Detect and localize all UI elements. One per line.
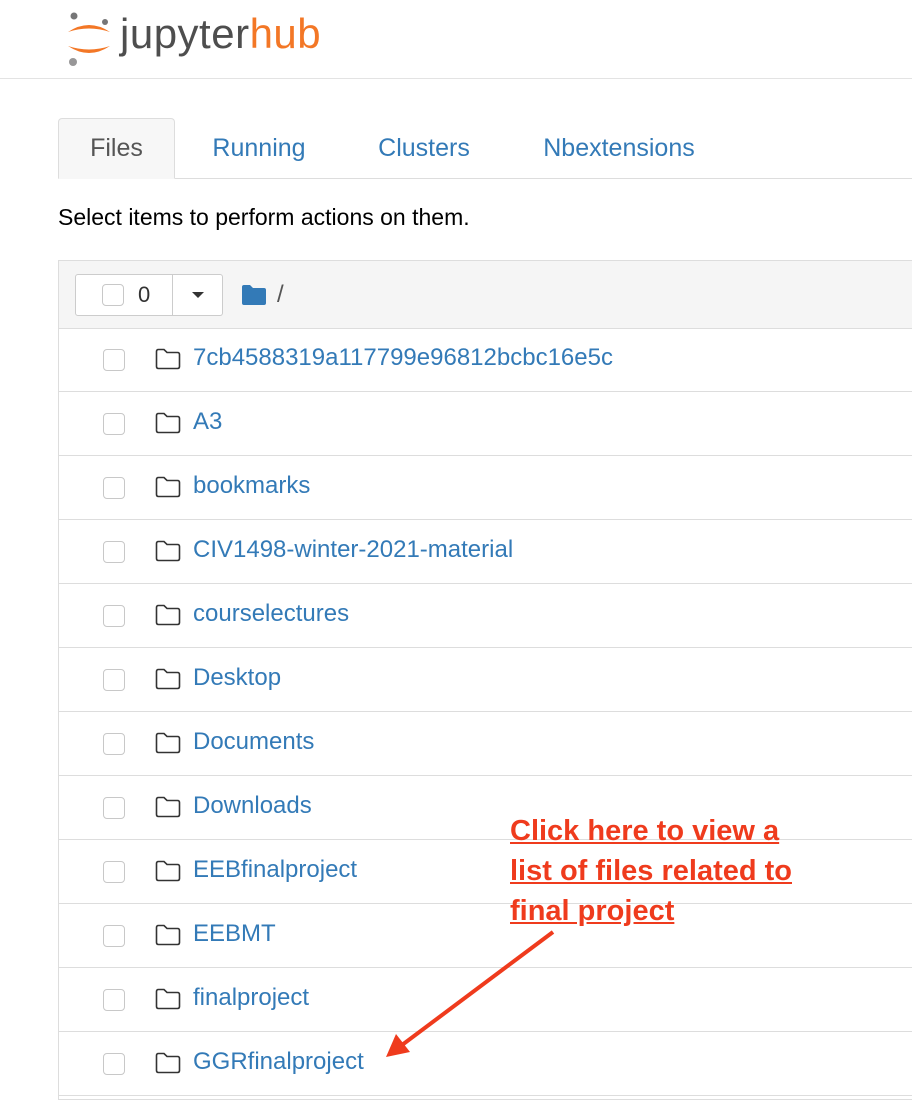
folder-filled-icon[interactable] (241, 284, 267, 306)
file-link[interactable]: Documents (193, 728, 314, 756)
file-link[interactable]: bookmarks (193, 472, 310, 500)
breadcrumb: / (241, 281, 284, 309)
select-dropdown-button[interactable] (173, 274, 223, 316)
folder-icon (155, 412, 181, 434)
logo-wordmark: jupyterhub (120, 13, 321, 55)
select-all-checkbox[interactable] (102, 284, 124, 306)
file-row[interactable]: Desktop (59, 648, 912, 712)
file-link[interactable]: A3 (193, 408, 222, 436)
folder-icon (155, 604, 181, 626)
tab-bar: Files Running Clusters Nbextensions (58, 118, 912, 179)
file-list-header: 0 / (59, 261, 912, 329)
tab-files[interactable]: Files (58, 118, 175, 179)
row-checkbox[interactable] (103, 669, 125, 691)
folder-icon (155, 732, 181, 754)
row-checkbox[interactable] (103, 1053, 125, 1075)
row-checkbox[interactable] (103, 861, 125, 883)
file-link[interactable]: courselectures (193, 600, 349, 628)
folder-icon (155, 860, 181, 882)
select-all-group: 0 (75, 274, 223, 316)
file-row[interactable]: courselectures (59, 584, 912, 648)
folder-icon (155, 924, 181, 946)
folder-icon (155, 348, 181, 370)
file-link[interactable]: 7cb4588319a117799e96812bcbc16e5c (193, 344, 613, 372)
file-row[interactable]: CIV1498-winter-2021-material (59, 520, 912, 584)
caret-down-icon (191, 292, 204, 298)
file-link[interactable]: EEBfinalproject (193, 856, 357, 884)
file-link[interactable]: EEBMT (193, 920, 276, 948)
row-checkbox[interactable] (103, 349, 125, 371)
logo-prefix: jupyter (120, 10, 250, 57)
file-list: 0 / 7cb4588319a117799e96812bcbc16e5c A3 bo… (58, 260, 912, 1100)
folder-icon (155, 988, 181, 1010)
annotation-line: final project (510, 895, 675, 927)
row-checkbox[interactable] (103, 413, 125, 435)
file-link[interactable]: Desktop (193, 664, 281, 692)
row-checkbox[interactable] (103, 925, 125, 947)
folder-icon (155, 540, 181, 562)
tab-clusters[interactable]: Clusters (354, 118, 494, 178)
annotation-line: list of files related to (510, 855, 792, 887)
file-row[interactable]: Documents (59, 712, 912, 776)
file-row[interactable]: finalproject (59, 968, 912, 1032)
file-link[interactable]: Downloads (193, 792, 312, 820)
row-checkbox[interactable] (103, 797, 125, 819)
select-all-button[interactable]: 0 (75, 274, 173, 316)
file-row[interactable]: GGRfinalproject (59, 1032, 912, 1096)
row-checkbox[interactable] (103, 477, 125, 499)
file-row[interactable]: 7cb4588319a117799e96812bcbc16e5c (59, 328, 912, 392)
annotation-line: Click here to view a (510, 815, 780, 847)
row-checkbox[interactable] (103, 733, 125, 755)
tab-nbextensions[interactable]: Nbextensions (520, 118, 718, 178)
row-checkbox[interactable] (103, 989, 125, 1011)
jupyterhub-logo[interactable]: jupyterhub (64, 10, 321, 68)
breadcrumb-root[interactable]: / (277, 281, 284, 309)
row-checkbox[interactable] (103, 605, 125, 627)
tab-running[interactable]: Running (188, 118, 330, 178)
folder-icon (155, 796, 181, 818)
annotation-callout: Click here to view a list of files relat… (510, 811, 792, 931)
file-row[interactable]: A3 (59, 392, 912, 456)
file-link[interactable]: CIV1498-winter-2021-material (193, 536, 513, 564)
folder-icon (155, 1052, 181, 1074)
file-link[interactable]: finalproject (193, 984, 309, 1012)
selected-count: 0 (138, 282, 151, 307)
row-checkbox[interactable] (103, 541, 125, 563)
selection-hint: Select items to perform actions on them. (58, 204, 470, 230)
folder-icon (155, 476, 181, 498)
logo-suffix: hub (249, 10, 322, 57)
jupyter-logo-icon (68, 12, 110, 66)
file-link[interactable]: GGRfinalproject (193, 1048, 364, 1076)
file-row[interactable]: bookmarks (59, 456, 912, 520)
folder-icon (155, 668, 181, 690)
header-bar: jupyterhub (0, 0, 912, 79)
